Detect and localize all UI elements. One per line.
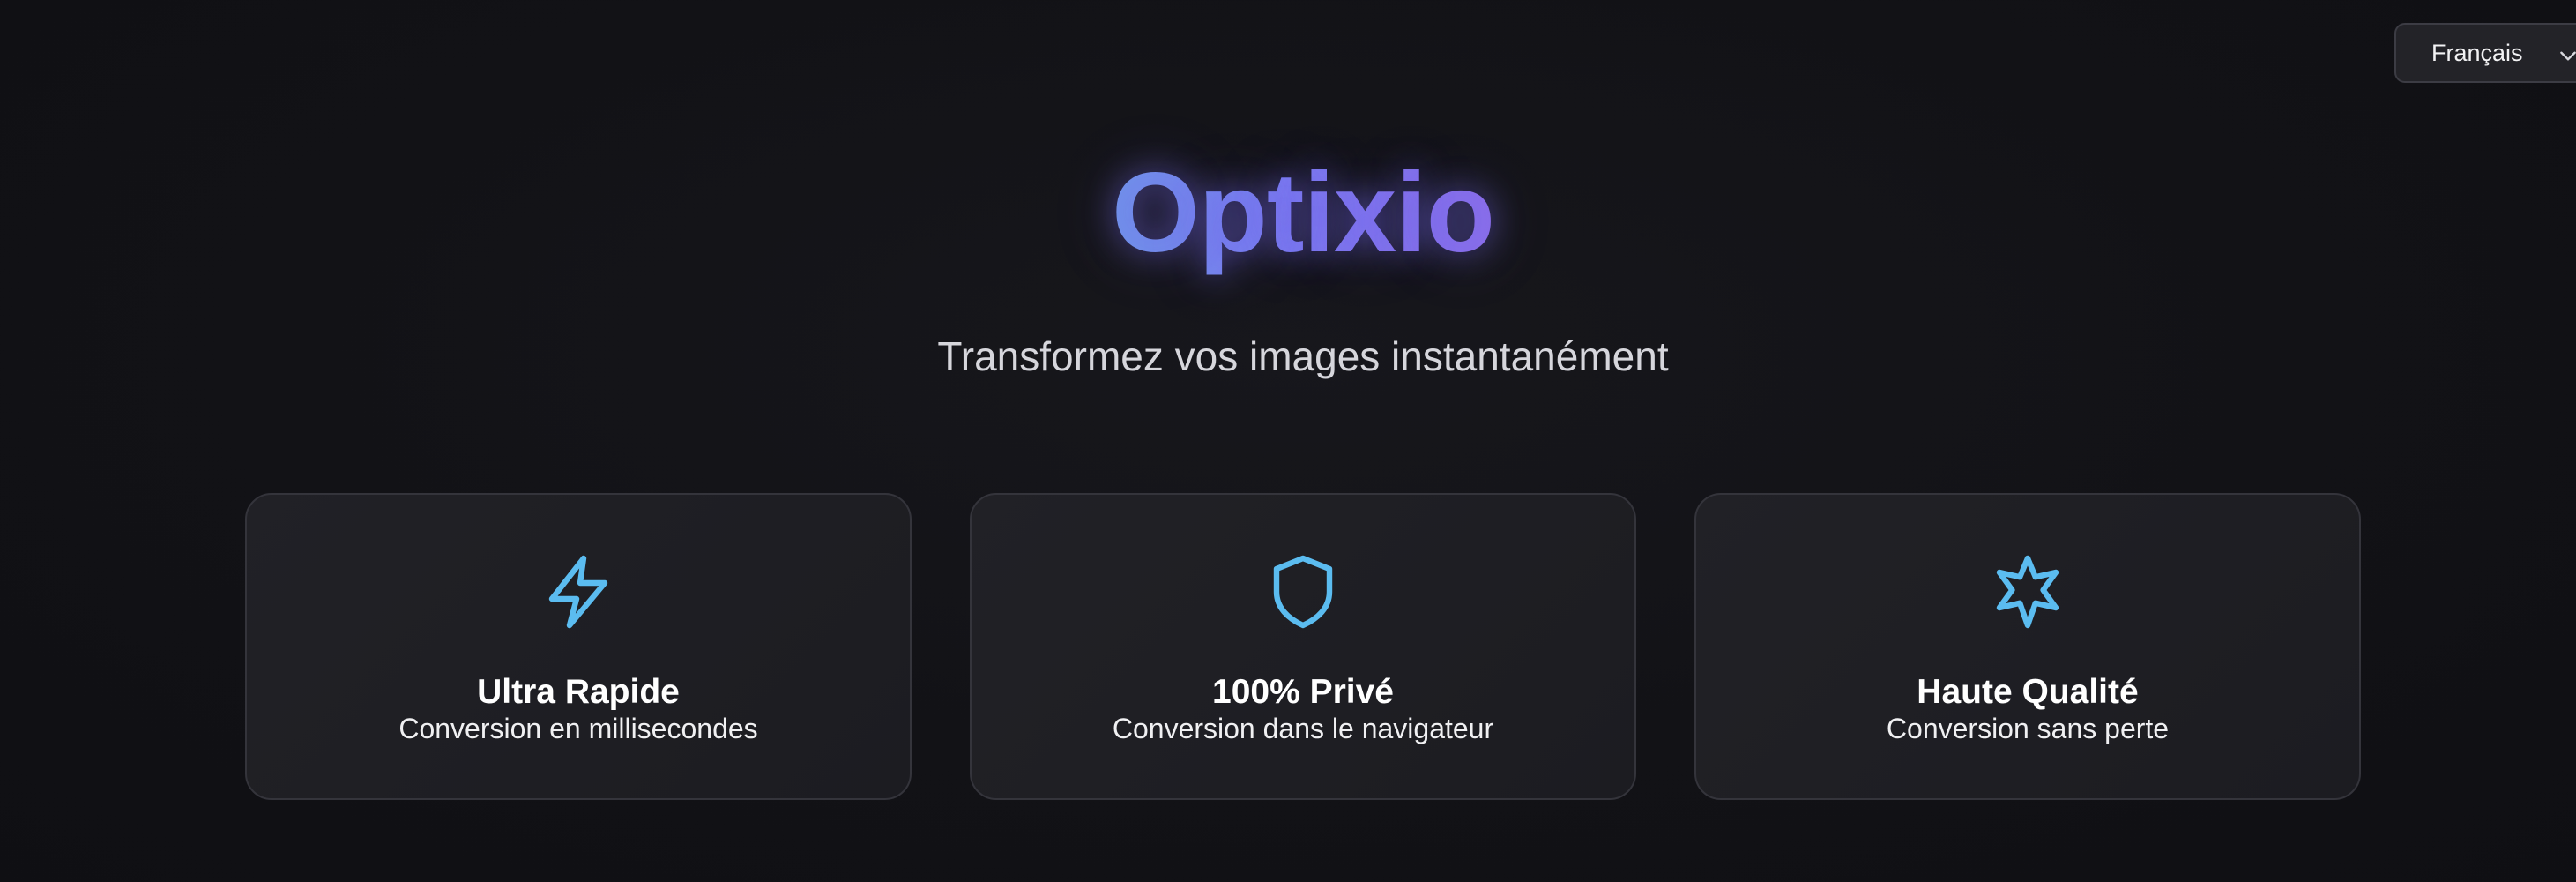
language-select[interactable]: Français [2394, 23, 2576, 83]
feature-description: Conversion sans perte [1886, 713, 2170, 744]
sparkle-star-icon [1985, 549, 2070, 634]
feature-card-quality: Haute Qualité Conversion sans perte [1694, 493, 2361, 800]
feature-card-speed: Ultra Rapide Conversion en millisecondes [245, 493, 912, 800]
feature-title: 100% Privé [1212, 673, 1394, 711]
language-select-value: Français [2431, 39, 2523, 66]
feature-title: Ultra Rapide [477, 673, 680, 711]
brand-title-text: Optixio [1112, 150, 1495, 276]
feature-description: Conversion dans le navigateur [1112, 713, 1494, 744]
tagline: Transformez vos images instantanément [937, 333, 1669, 379]
feature-card-privacy: 100% Privé Conversion dans le navigateur [970, 493, 1636, 800]
feature-description: Conversion en millisecondes [398, 713, 758, 744]
chevron-down-icon [2557, 44, 2576, 67]
brand-title: Optixio [0, 143, 2576, 284]
lightning-bolt-icon [536, 549, 621, 634]
shield-icon [1261, 549, 1345, 634]
feature-title: Haute Qualité [1917, 673, 2139, 711]
